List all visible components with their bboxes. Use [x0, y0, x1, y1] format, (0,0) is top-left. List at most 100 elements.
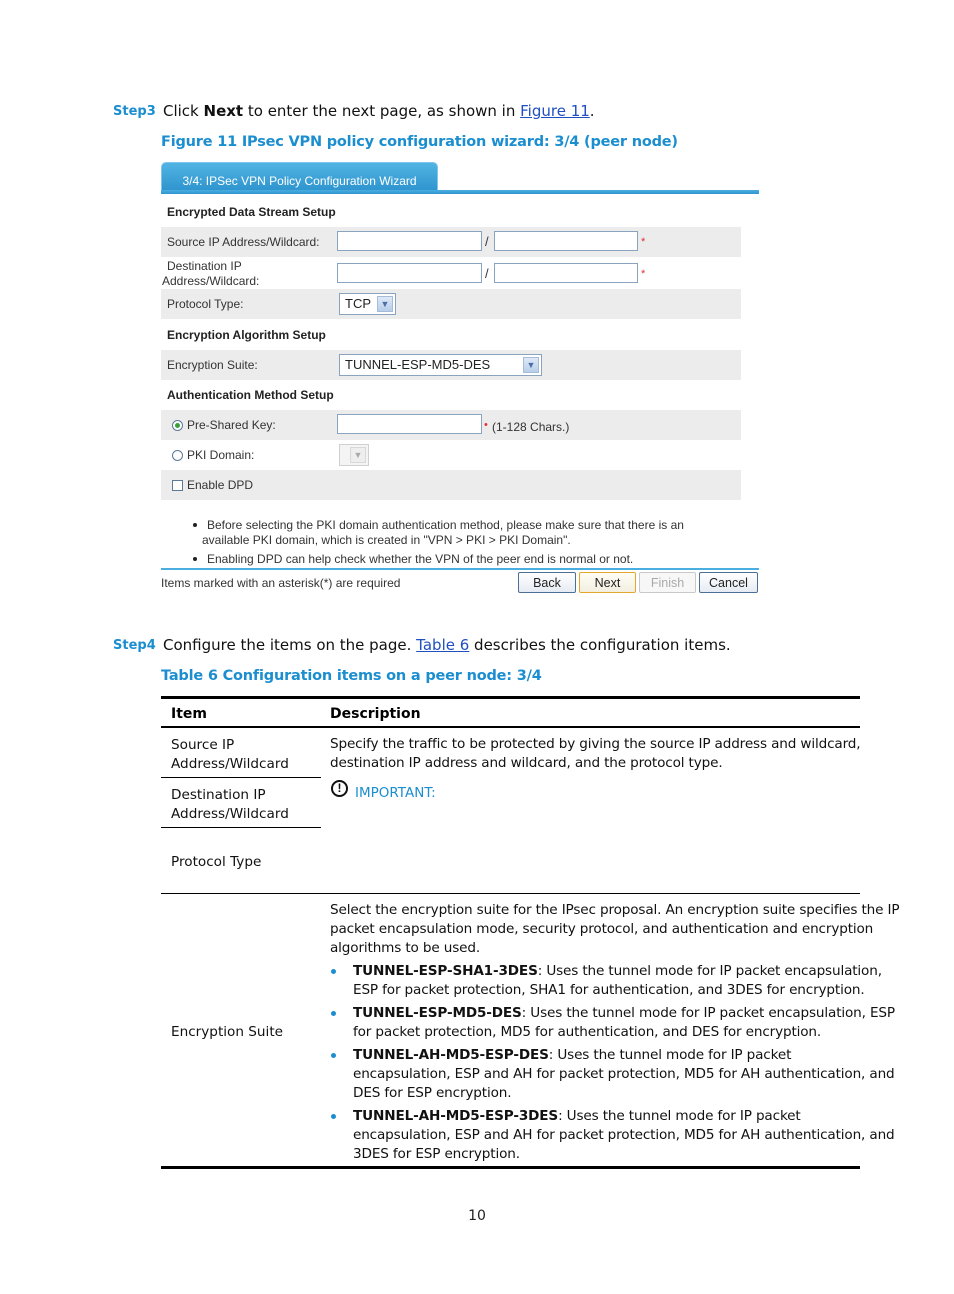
source-ip-input[interactable] [337, 231, 482, 251]
desc-suite-line2: packet encapsulation mode, security prot… [330, 921, 874, 937]
required-asterisk: * [641, 268, 646, 280]
required-asterisk: • [484, 419, 488, 431]
suite-item: TUNNEL-ESP-SHA1-3DES: Uses the tunnel mo… [353, 962, 882, 981]
important-icon: ! [331, 780, 348, 797]
finish-button[interactable]: Finish [639, 572, 696, 593]
chevron-down-icon: ▼ [350, 447, 366, 463]
cancel-button[interactable]: Cancel [699, 572, 758, 593]
row-divider [161, 777, 321, 778]
dest-ip-input[interactable] [337, 263, 482, 283]
item-dest-line1: Destination IP [171, 787, 266, 803]
note-pki-line1: Before selecting the PKI domain authenti… [207, 518, 684, 532]
suite-desc-line2: ESP for packet protection, SHA1 for auth… [353, 982, 865, 998]
header-rule [161, 726, 860, 728]
psk-row: Pre-Shared Key: • (1-128 Chars.) [161, 410, 741, 440]
suite-desc-line2: encapsulation, ESP and AH for packet pro… [353, 1066, 895, 1082]
item-dest-line2: Address/Wildcard [171, 806, 289, 822]
dpd-label: Enable DPD [187, 478, 254, 492]
suite-desc-line2: encapsulation, ESP and AH for packet pro… [353, 1127, 895, 1143]
row-divider [161, 893, 860, 894]
dest-ip-label-line1: Destination IP [167, 259, 242, 273]
step4-text: Configure the items on the page. Table 6… [163, 636, 731, 654]
dest-ip-label-line2: Address/Wildcard: [162, 274, 260, 288]
note-pki-line2: available PKI domain, which is created i… [202, 533, 571, 547]
protocol-select[interactable]: TCP ▼ [339, 293, 396, 315]
suite-name: TUNNEL-AH-MD5-ESP-DES [353, 1047, 549, 1063]
suite-name: TUNNEL-ESP-MD5-DES [353, 1005, 522, 1021]
desc-suite-line1: Select the encryption suite for the IPse… [330, 902, 900, 918]
psk-hint: (1-128 Chars.) [492, 420, 570, 434]
bullet-icon [193, 557, 197, 561]
suite-desc: : Uses the tunnel mode for IP packet [548, 1047, 792, 1063]
encryption-suite-select[interactable]: TUNNEL-ESP-MD5-DES ▼ [339, 354, 542, 376]
pki-label: PKI Domain: [187, 448, 255, 462]
item-encryption-suite: Encryption Suite [171, 1024, 284, 1040]
suite-desc-line3: DES for ESP encryption. [353, 1085, 512, 1101]
dest-wildcard-input[interactable] [494, 263, 638, 283]
note-dpd: Enabling DPD can help check whether the … [207, 552, 634, 566]
figure-11-link[interactable]: Figure 11 [520, 102, 590, 120]
bullet-icon [193, 523, 197, 527]
enable-dpd-checkbox[interactable] [172, 480, 183, 491]
step3-text-middle: to enter the next page, as shown in [243, 102, 521, 120]
protocol-row: Protocol Type: TCP ▼ [161, 289, 741, 319]
back-button[interactable]: Back [518, 572, 576, 593]
suite-name: TUNNEL-AH-MD5-ESP-3DES [353, 1108, 559, 1124]
table-6-link[interactable]: Table 6 [416, 636, 469, 654]
suite-desc: : Uses the tunnel mode for IP packet [558, 1108, 801, 1124]
chevron-down-icon: ▼ [377, 296, 393, 312]
step3-bold-next: Next [203, 102, 244, 120]
required-note: Items marked with an asterisk(*) are req… [161, 576, 401, 590]
section-data-stream: Encrypted Data Stream Setup [167, 205, 336, 219]
table-caption: Table 6 Configuration items on a peer no… [161, 668, 542, 684]
pki-radio[interactable] [172, 450, 183, 461]
bullet-icon [331, 1053, 336, 1058]
separator-slash: / [485, 266, 489, 281]
item-source-line2: Address/Wildcard [171, 756, 289, 772]
pki-domain-select[interactable]: ▼ [339, 444, 369, 466]
item-source-line1: Source IP [171, 737, 235, 753]
bullet-icon [331, 1114, 336, 1119]
row-divider [161, 827, 321, 828]
suite-item: TUNNEL-ESP-MD5-DES: Uses the tunnel mode… [353, 1004, 895, 1023]
psk-radio[interactable] [172, 420, 183, 431]
footer-divider [161, 568, 759, 570]
desc-suite-line3: algorithms to be used. [330, 940, 481, 956]
step3-text-before: Click [163, 102, 204, 120]
protocol-label: Protocol Type: [167, 297, 244, 311]
wizard-tab-underline [161, 190, 759, 194]
step4-text-after: describes the configuration items. [469, 636, 731, 654]
step3-text: Click Next to enter the next page, as sh… [163, 102, 595, 120]
encryption-suite-value: TUNNEL-ESP-MD5-DES [345, 357, 491, 372]
psk-label: Pre-Shared Key: [187, 418, 276, 432]
wizard-screenshot: 3/4: IPSec VPN Policy Configuration Wiza… [161, 162, 759, 602]
step3-text-after: . [589, 102, 595, 120]
wizard-tab[interactable]: 3/4: IPSec VPN Policy Configuration Wiza… [161, 162, 438, 190]
next-button[interactable]: Next [579, 572, 636, 593]
suite-desc: : Uses the tunnel mode for IP packet enc… [521, 1005, 895, 1021]
suite-desc-line3: 3DES for ESP encryption. [353, 1146, 520, 1162]
desc-traffic-line2: destination IP address and wildcard, and… [330, 755, 723, 771]
suite-item: TUNNEL-AH-MD5-ESP-3DES: Uses the tunnel … [353, 1107, 801, 1126]
separator-slash: / [485, 234, 489, 249]
bullet-icon [331, 1011, 336, 1016]
item-protocol: Protocol Type [171, 854, 262, 870]
suite-desc: : Uses the tunnel mode for IP packet enc… [537, 963, 882, 979]
suite-item: TUNNEL-AH-MD5-ESP-DES: Uses the tunnel m… [353, 1046, 791, 1065]
protocol-select-value: TCP [345, 296, 371, 311]
table-bottom-rule [161, 1166, 860, 1169]
page-number: 10 [468, 1208, 486, 1224]
source-ip-label: Source IP Address/Wildcard: [167, 235, 320, 249]
step3-label: Step3 [113, 104, 156, 119]
psk-input[interactable] [337, 414, 482, 434]
chevron-down-icon: ▼ [523, 357, 539, 373]
section-auth: Authentication Method Setup [167, 388, 334, 402]
bullet-icon [331, 969, 336, 974]
source-wildcard-input[interactable] [494, 231, 638, 251]
dpd-row: Enable DPD [161, 470, 741, 500]
dest-ip-row: Destination IP Address/Wildcard: / * [161, 257, 741, 289]
desc-traffic-line1: Specify the traffic to be protected by g… [330, 736, 861, 752]
header-description: Description [330, 706, 421, 722]
suite-row: Encryption Suite: TUNNEL-ESP-MD5-DES ▼ [161, 350, 741, 380]
suite-desc-line2: for packet protection, MD5 for authentic… [353, 1024, 822, 1040]
